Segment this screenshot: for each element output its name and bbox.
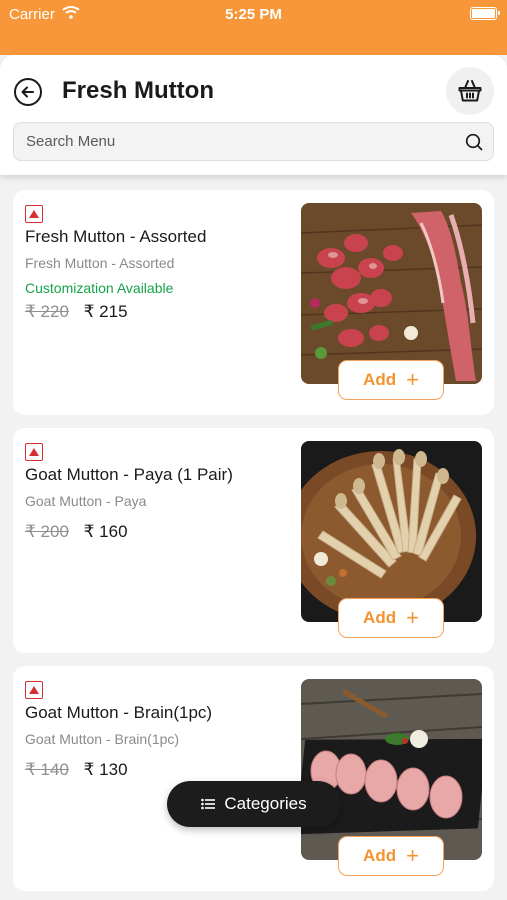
customization-label: Customization Available — [25, 280, 174, 296]
price-row: ₹ 220 ₹ 215 — [25, 302, 128, 322]
back-button[interactable] — [14, 78, 42, 106]
add-button[interactable]: Add + — [338, 836, 444, 876]
item-name: Goat Mutton - Paya (1 Pair) — [25, 465, 233, 484]
search-input[interactable] — [26, 123, 446, 160]
plus-icon: + — [406, 367, 419, 392]
add-label: Add — [363, 608, 397, 627]
menu-item-card: Fresh Mutton - Assorted Fresh Mutton - A… — [13, 190, 494, 415]
non-veg-icon — [25, 443, 43, 461]
price-row: ₹ 200 ₹ 160 — [25, 522, 128, 542]
basket-icon — [458, 80, 482, 102]
non-veg-icon — [25, 205, 43, 223]
header: Fresh Mutton — [0, 55, 507, 175]
item-description: Goat Mutton - Paya — [25, 493, 147, 509]
battery-icon — [470, 7, 500, 20]
new-price: ₹ 130 — [83, 760, 128, 779]
mutton-brain-image[interactable] — [301, 679, 482, 860]
price-row: ₹ 140 ₹ 130 — [25, 760, 128, 780]
plus-icon: + — [406, 843, 419, 868]
menu-item-card: Goat Mutton - Brain(1pc) Goat Mutton - B… — [13, 666, 494, 891]
page-title: Fresh Mutton — [62, 77, 214, 104]
cart-button[interactable] — [446, 67, 494, 115]
arrow-left-icon — [21, 86, 34, 98]
item-description: Goat Mutton - Brain(1pc) — [25, 731, 180, 747]
old-price: ₹ 220 — [25, 302, 69, 321]
old-price: ₹ 200 — [25, 522, 69, 541]
add-button[interactable]: Add + — [338, 598, 444, 638]
add-button[interactable]: Add + — [338, 360, 444, 400]
item-name: Goat Mutton - Brain(1pc) — [25, 703, 213, 722]
search-icon[interactable] — [465, 133, 483, 151]
mutton-paya-image[interactable] — [301, 441, 482, 622]
item-description: Fresh Mutton - Assorted — [25, 255, 175, 271]
menu-item-card: Goat Mutton - Paya (1 Pair) Goat Mutton … — [13, 428, 494, 653]
item-name: Fresh Mutton - Assorted — [25, 227, 207, 246]
new-price: ₹ 215 — [83, 302, 128, 321]
status-bar: Carrier 5:25 PM — [0, 0, 507, 55]
list-icon — [201, 798, 216, 810]
add-label: Add — [363, 370, 397, 389]
plus-icon: + — [406, 605, 419, 630]
search-bar — [13, 122, 494, 161]
mutton-assorted-image[interactable] — [301, 203, 482, 384]
status-time: 5:25 PM — [225, 6, 282, 23]
categories-label: Categories — [224, 794, 307, 813]
non-veg-icon — [25, 681, 43, 699]
old-price: ₹ 140 — [25, 760, 69, 779]
new-price: ₹ 160 — [83, 522, 128, 541]
add-label: Add — [363, 846, 397, 865]
categories-button[interactable]: Categories — [167, 781, 341, 827]
